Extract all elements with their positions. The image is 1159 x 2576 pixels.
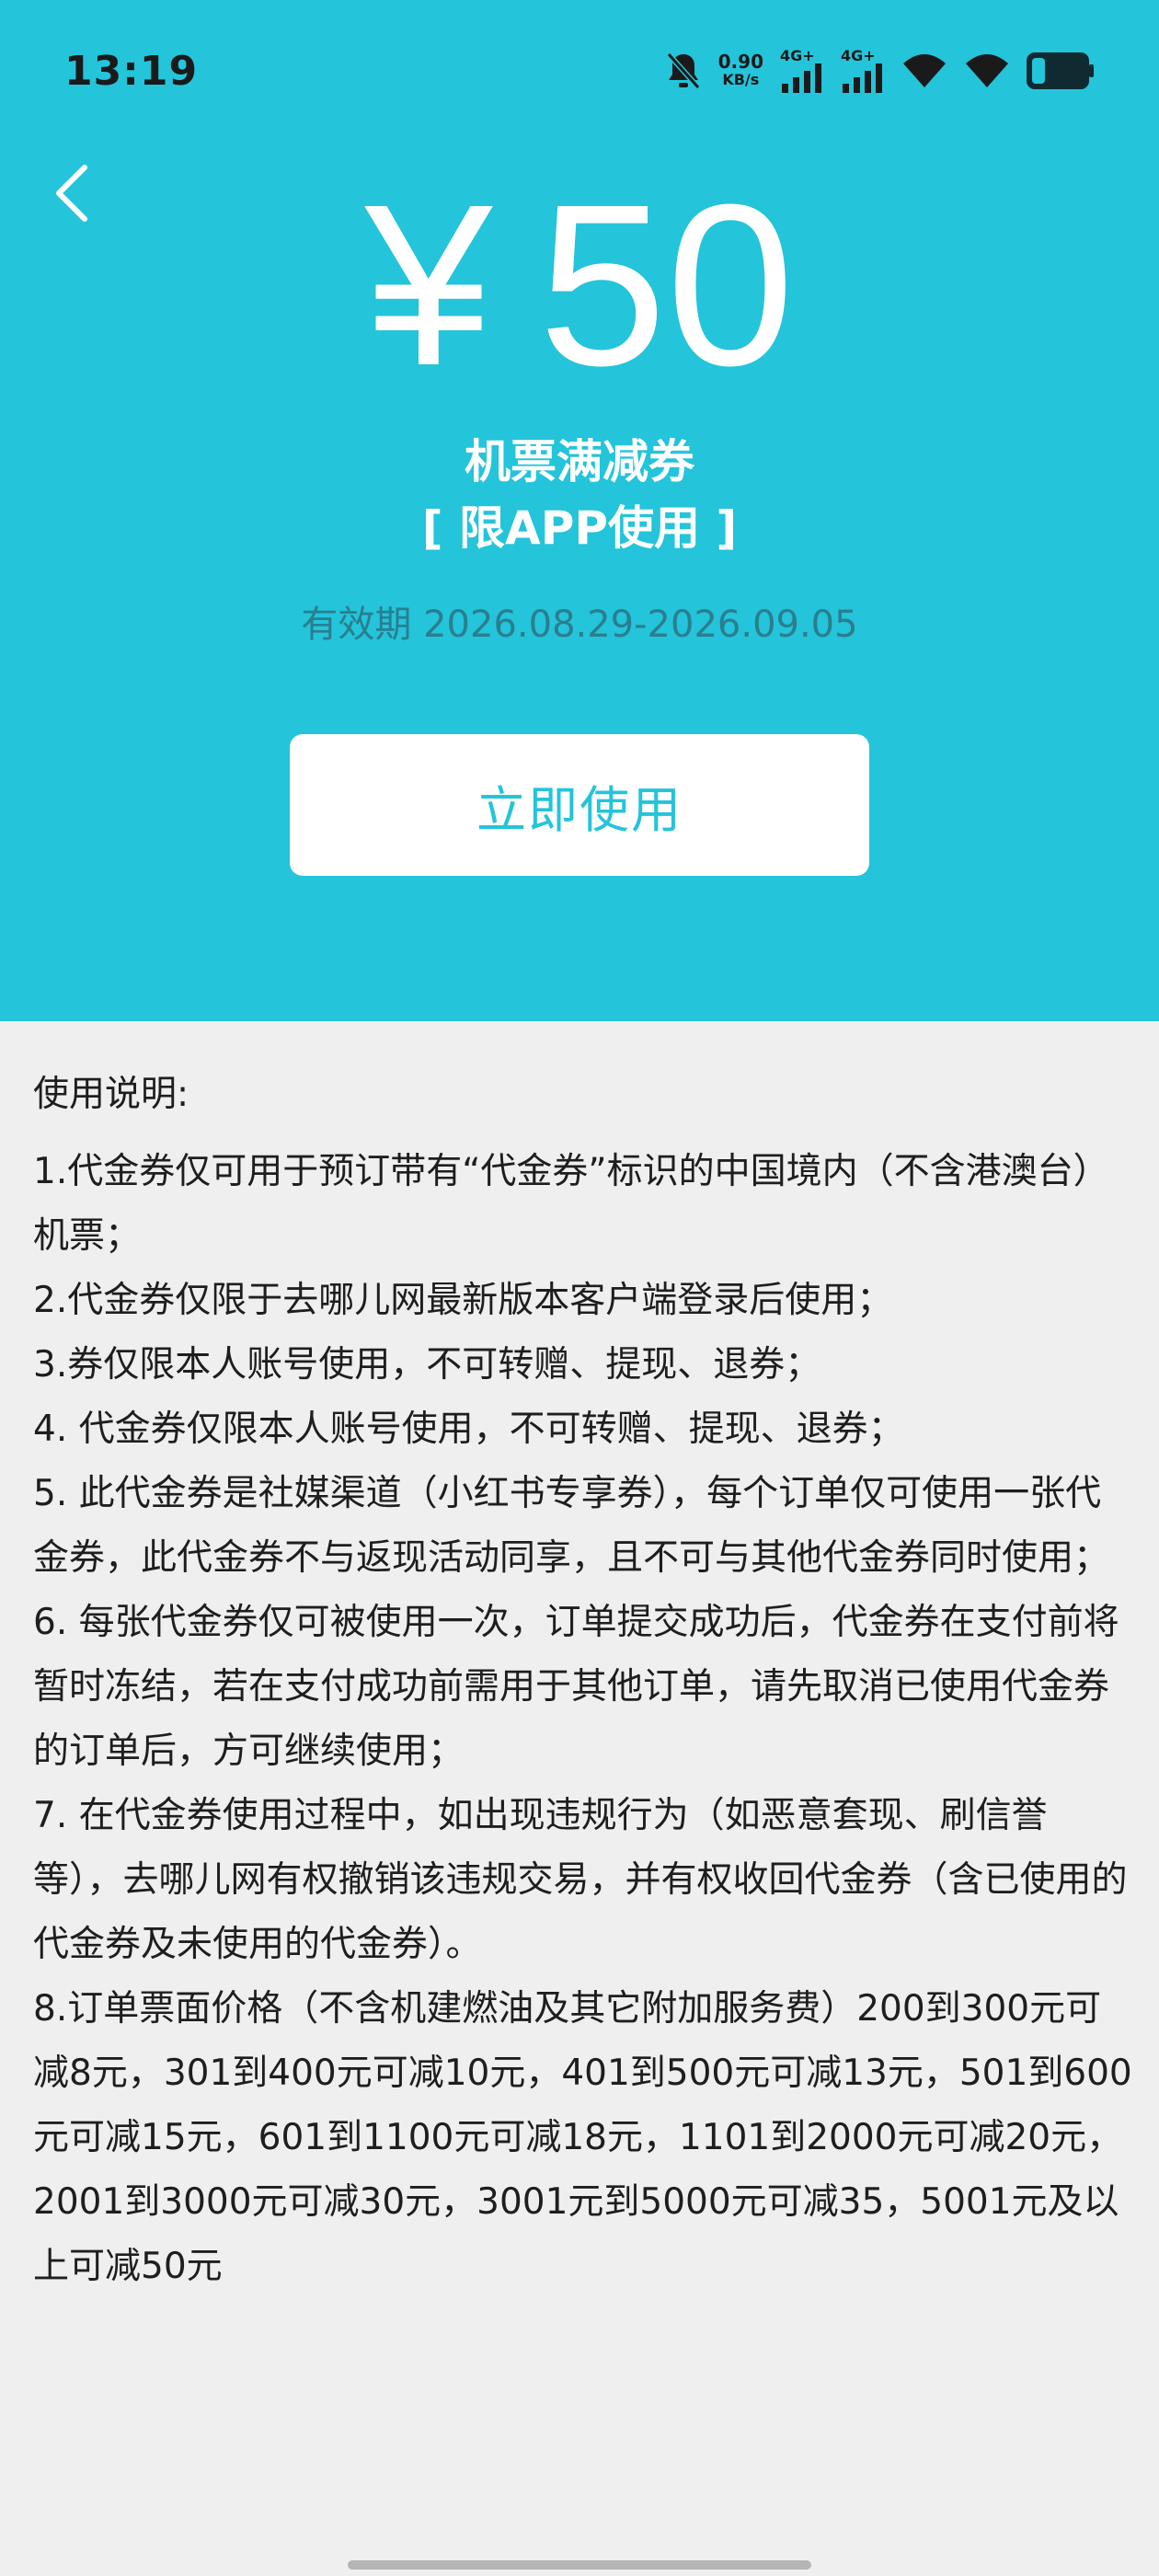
wifi-icon [966, 54, 1008, 87]
instructions-title: 使用说明: [33, 1074, 189, 1115]
signal-group-2: 4G+ [841, 49, 885, 93]
battery-icon [1027, 52, 1094, 89]
instruction-item: 4. 代金券仅限本人账号使用，不可转赠、提现、退券； [33, 1409, 904, 1450]
instruction-item: 8.订单票面价格（不含机建燃油及其它附加服务费）200到300元可减8元，301… [33, 1988, 1132, 2287]
instruction-item: 6. 每张代金券仅可被使用一次，订单提交成功后，代金券在支付前将暂时冻结，若在支… [33, 1602, 1119, 1772]
signal-label-1: 4G+ [780, 47, 815, 64]
wifi-icon [903, 54, 946, 87]
signal-icon [782, 63, 821, 93]
signal-icon [843, 63, 882, 93]
coupon-validity: 有效期 2026.08.29-2026.09.05 [301, 604, 858, 646]
net-speed-value: 0.90 [717, 51, 763, 73]
coupon-amount: ¥50 [0, 170, 1159, 400]
instruction-item: 1.代金券仅可用于预订带有“代金券”标识的中国境内（不含港澳台）机票； [33, 1151, 1109, 1257]
amount-value: 50 [538, 156, 795, 413]
coupon-name: 机票满减券 [465, 435, 694, 489]
instructions-section: 使用说明: 1.代金券仅可用于预订带有“代金券”标识的中国境内（不含港澳台）机票… [33, 1063, 1137, 2299]
instruction-item: 3.券仅限本人账号使用，不可转赠、提现、退券； [33, 1344, 821, 1386]
use-now-button[interactable]: 立即使用 [290, 734, 869, 876]
home-indicator[interactable] [348, 2560, 811, 2570]
currency-symbol: ¥ [364, 156, 493, 413]
status-time: 13:19 [64, 48, 199, 95]
bell-off-icon [666, 52, 700, 89]
status-icons: 0.90 KB/s 4G+ 4G+ [665, 46, 1095, 96]
net-speed-unit: KB/s [722, 71, 760, 88]
instruction-item: 7. 在代金券使用过程中，如出现违规行为（如恶意套现、刷信誉等），去哪儿网有权撤… [33, 1795, 1128, 1965]
signal-label-2: 4G+ [841, 47, 876, 64]
signal-group-1: 4G+ [780, 49, 824, 93]
instruction-item: 2.代金券仅限于去哪儿网最新版本客户端登录后使用； [33, 1280, 893, 1321]
coupon-limit: [ 限APP使用 ] [421, 501, 738, 555]
instruction-item: 5. 此代金券是社媒渠道（小红书专享券），每个订单仅可使用一张代金券，此代金券不… [33, 1473, 1110, 1579]
net-speed: 0.90 KB/s [718, 52, 763, 89]
status-bar: 13:19 0.90 KB/s 4G+ 4G+ [0, 0, 1159, 138]
